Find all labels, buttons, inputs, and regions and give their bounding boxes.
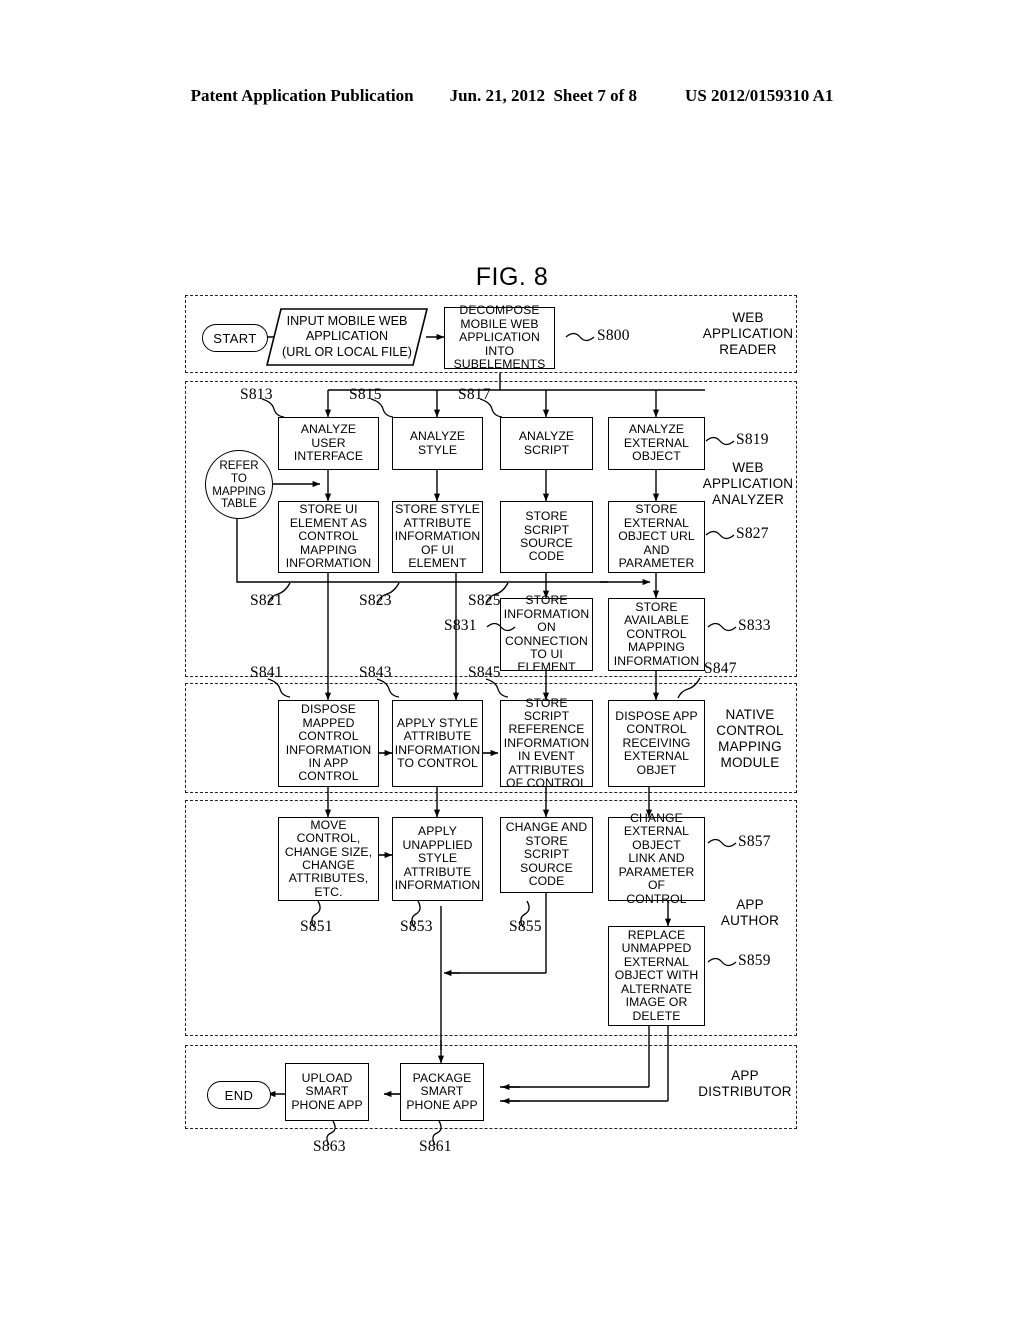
ref-s863: S863: [313, 1138, 346, 1155]
ref-s827: S827: [736, 525, 769, 542]
ref-s813: S813: [240, 386, 273, 403]
ref-s851: S851: [300, 918, 333, 935]
ref-s831: S831: [444, 617, 477, 634]
ref-s853: S853: [400, 918, 433, 935]
ref-s823: S823: [359, 592, 392, 609]
ref-s800: S800: [597, 327, 630, 344]
ref-s845: S845: [468, 664, 501, 681]
ref-s821: S821: [250, 592, 283, 609]
ref-s819: S819: [736, 431, 769, 448]
ref-s833: S833: [738, 617, 771, 634]
reference-leaders: [261, 332, 737, 1146]
ref-s815: S815: [349, 386, 382, 403]
ref-s843: S843: [359, 664, 392, 681]
flowchart-canvas: WEB APPLICATION READER WEB APPLICATION ANALY…: [0, 0, 1024, 1320]
ref-s847: S847: [704, 660, 737, 677]
ref-s859: S859: [738, 952, 771, 969]
ref-s857: S857: [738, 833, 771, 850]
ref-s825: S825: [468, 592, 501, 609]
ref-s861: S861: [419, 1138, 452, 1155]
ref-s817: S817: [458, 386, 491, 403]
ref-s855: S855: [509, 918, 542, 935]
figure-8: FIG. 8 WEB APPLICATION READER WEB APPLICATI…: [0, 0, 1024, 1320]
ref-s841: S841: [250, 664, 283, 681]
